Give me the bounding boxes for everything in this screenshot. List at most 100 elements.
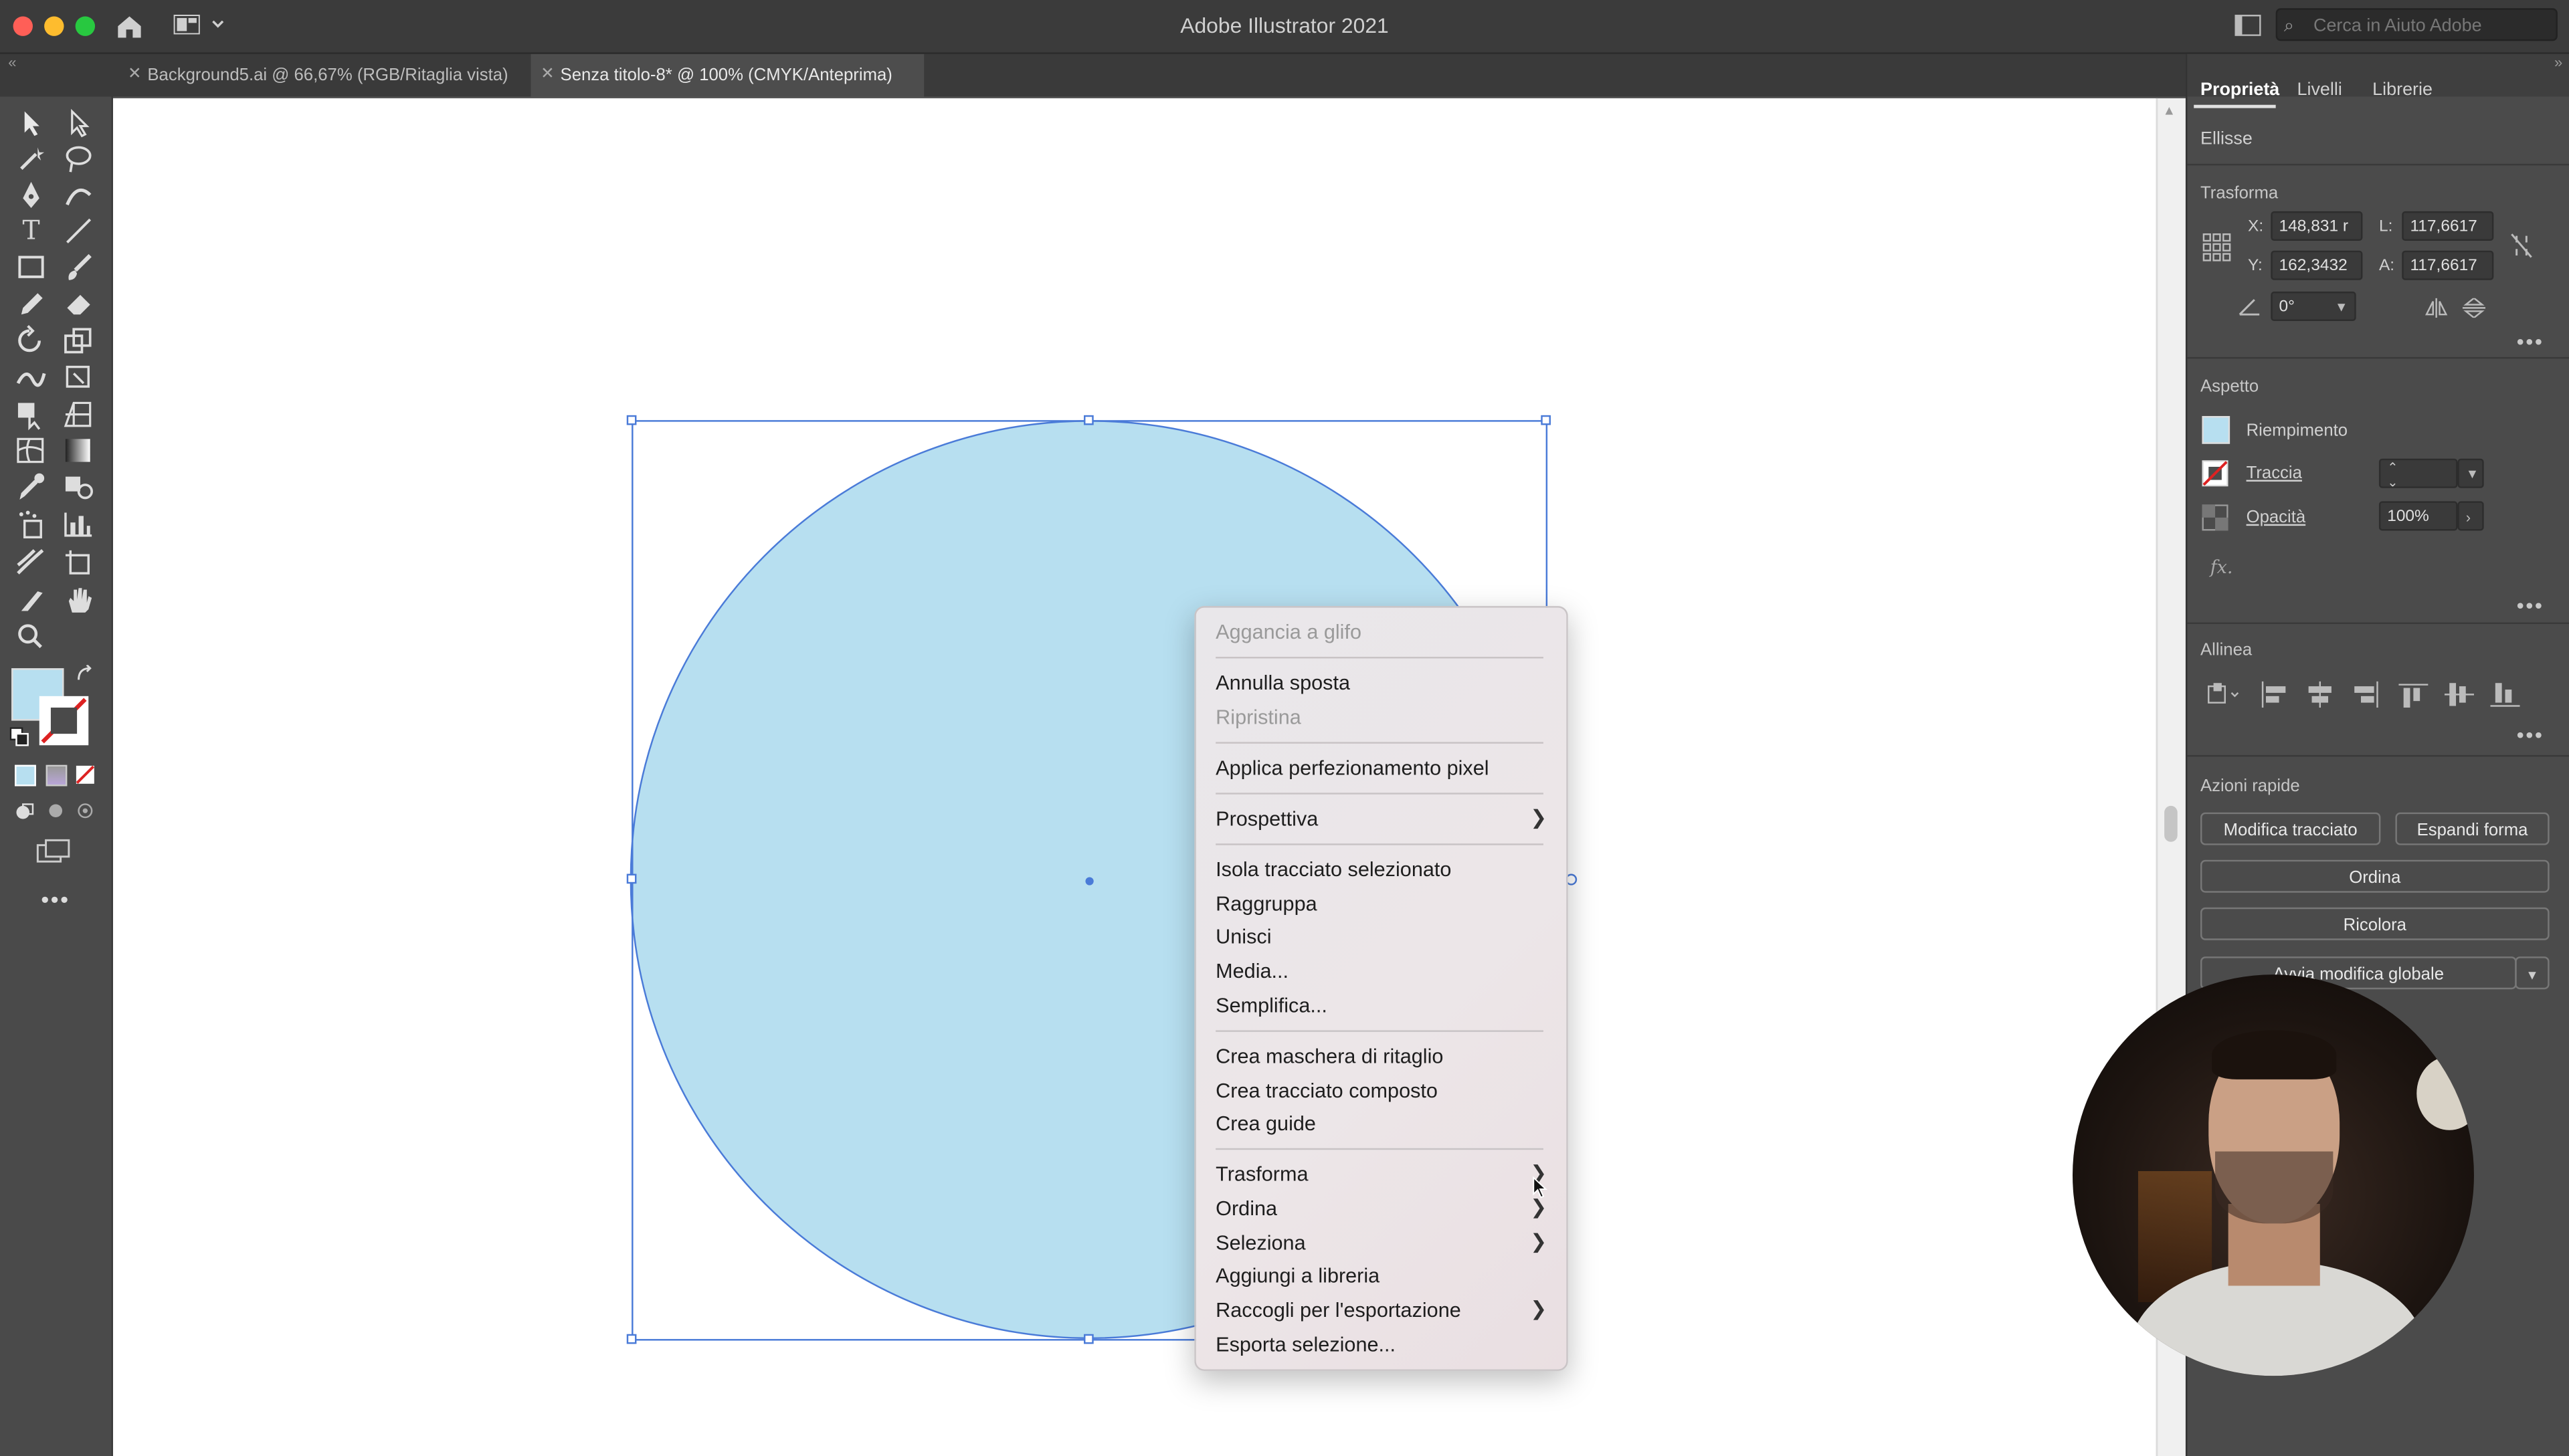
menu-separator [1216, 793, 1543, 795]
appearance-title: Aspetto [2200, 377, 2259, 397]
stroke-label[interactable]: Traccia [2247, 463, 2302, 483]
constrain-proportions-icon[interactable] [2510, 233, 2533, 259]
transform-title: Trasforma [2200, 183, 2279, 203]
flip-horizontal-icon[interactable] [2424, 298, 2448, 318]
align-to-icon[interactable] [2207, 682, 2243, 708]
tab-properties[interactable]: Proprietà [2200, 80, 2279, 100]
fill-swatch[interactable] [2202, 416, 2230, 444]
chevron-down-icon: ▼ [2465, 466, 2479, 482]
menu-item-average[interactable]: Media... [1216, 960, 1289, 982]
menu-separator [1216, 742, 1543, 744]
align-left-icon[interactable] [2259, 681, 2289, 708]
width-field[interactable]: 117,6617 [2402, 211, 2494, 241]
align-right-icon[interactable] [2351, 681, 2380, 708]
person-hair [2212, 1030, 2337, 1079]
stepper-down-icon[interactable]: ⌄ [2387, 468, 2398, 486]
chevron-right-icon: › [2465, 509, 2471, 526]
menu-item-export-selection[interactable]: Esporta selezione... [1216, 1333, 1396, 1356]
height-field[interactable]: 117,6617 [2402, 250, 2494, 280]
more-options-icon[interactable]: ••• [2517, 593, 2544, 618]
search-icon: ⌕ [2283, 16, 2295, 36]
menu-item-join[interactable]: Unisci [1216, 926, 1271, 948]
menu-separator [1216, 1148, 1543, 1150]
scroll-up-icon[interactable]: ▲ [2163, 103, 2176, 118]
scrollbar-thumb[interactable] [2164, 805, 2178, 842]
chevron-down-icon[interactable]: ▼ [2335, 293, 2348, 319]
webcam-overlay [2072, 974, 2474, 1376]
menu-item-isolate-path[interactable]: Isola tracciato selezionato [1216, 858, 1451, 881]
edit-path-button[interactable]: Modifica tracciato [2200, 812, 2381, 845]
y-label: Y: [2248, 257, 2263, 276]
menu-separator [1216, 657, 1543, 659]
menu-separator [1216, 1030, 1543, 1032]
menu-item-make-guides[interactable]: Crea guide [1216, 1112, 1316, 1135]
quick-actions-title: Azioni rapide [2200, 776, 2300, 797]
stroke-swatch[interactable] [2202, 460, 2228, 487]
divider [2187, 754, 2569, 757]
panel-toggle-icon[interactable] [2234, 15, 2261, 36]
align-title: Allinea [2200, 640, 2253, 660]
menu-item-perspective[interactable]: Prospettiva [1216, 807, 1318, 830]
menu-item-make-compound-path[interactable]: Crea tracciato composto [1216, 1079, 1438, 1102]
menu-item-redo: Ripristina [1216, 706, 1301, 729]
opacity-dropdown[interactable]: › [2457, 501, 2484, 531]
h-label: A: [2378, 257, 2395, 276]
y-position-field[interactable]: 162,3432 [2271, 250, 2363, 280]
center-point [1085, 877, 1094, 886]
flip-vertical-icon[interactable] [2462, 298, 2486, 318]
tab-layers[interactable]: Livelli [2297, 80, 2342, 100]
context-menu: Aggancia a glifo Annulla sposta Ripristi… [1194, 606, 1568, 1371]
expand-shape-button[interactable]: Espandi forma [2395, 812, 2550, 845]
global-edit-dropdown[interactable]: ▼ [2515, 956, 2550, 990]
menu-item-arrange[interactable]: Ordina [1216, 1197, 1277, 1220]
submenu-chevron-icon: ❯ [1530, 1195, 1547, 1219]
divider [2187, 622, 2569, 625]
app-window: Adobe Illustrator 2021 ⌕ Cerca in Aiuto … [0, 0, 2569, 1456]
fill-label: Riempimento [2246, 421, 2348, 441]
menu-item-simplify[interactable]: Semplifica... [1216, 995, 1327, 1017]
menu-item-collect-for-export[interactable]: Raccogli per l'esportazione [1216, 1299, 1461, 1322]
more-options-icon[interactable]: ••• [2517, 329, 2544, 354]
align-vertical-center-icon[interactable] [2444, 682, 2474, 708]
divider [2187, 356, 2569, 359]
recolor-button[interactable]: Ricolora [2200, 907, 2550, 940]
opacity-label[interactable]: Opacità [2247, 508, 2306, 527]
menu-item-select[interactable]: Seleziona [1216, 1232, 1305, 1255]
menu-separator [1216, 843, 1543, 845]
menu-item-undo-move[interactable]: Annulla sposta [1216, 671, 1350, 694]
rotation-angle-field[interactable]: 0° ▼ [2271, 291, 2356, 322]
submenu-chevron-icon: ❯ [1530, 1230, 1547, 1253]
submenu-chevron-icon: ❯ [1530, 805, 1547, 829]
align-top-icon[interactable] [2398, 682, 2429, 708]
reference-point-icon[interactable] [2202, 233, 2231, 262]
align-horizontal-center-icon[interactable] [2305, 681, 2335, 708]
more-options-icon[interactable]: ••• [2517, 722, 2544, 747]
menu-item-pixel-perfect[interactable]: Applica perfezionamento pixel [1216, 756, 1489, 779]
menu-item-transform[interactable]: Trasforma [1216, 1163, 1308, 1186]
menu-item-group[interactable]: Raggruppa [1216, 893, 1317, 916]
mouse-cursor-icon [1533, 1176, 1548, 1199]
w-label: L: [2378, 217, 2393, 236]
stroke-weight-field[interactable]: ⌃ ⌄ [2378, 458, 2458, 488]
menu-item-add-to-library[interactable]: Aggiungi a libreria [1216, 1265, 1379, 1287]
active-tab-indicator [2194, 104, 2276, 108]
help-search-input[interactable]: ⌕ Cerca in Aiuto Adobe [2275, 8, 2558, 41]
fx-icon[interactable]: fx. [2210, 557, 2233, 579]
collapse-right-icon[interactable]: » [2554, 54, 2562, 70]
opacity-field[interactable]: 100% [2378, 501, 2458, 531]
menu-item-make-clipping-mask[interactable]: Crea maschera di ritaglio [1216, 1045, 1443, 1067]
chevron-down-icon: ▼ [2526, 968, 2539, 983]
rotation-angle-value: 0° [2279, 298, 2295, 316]
x-label: X: [2248, 217, 2264, 236]
arrange-button[interactable]: Ordina [2200, 859, 2550, 893]
stroke-weight-dropdown[interactable]: ▼ [2457, 458, 2484, 488]
submenu-chevron-icon: ❯ [1530, 1297, 1547, 1320]
divider [2187, 163, 2569, 166]
angle-icon [2239, 299, 2260, 316]
opacity-icon [2202, 504, 2228, 531]
object-type-label: Ellisse [2200, 129, 2253, 149]
menu-item-snap-to-glyph: Aggancia a glifo [1216, 621, 1362, 644]
x-position-field[interactable]: 148,831 r [2271, 211, 2363, 241]
tab-libraries[interactable]: Librerie [2372, 80, 2433, 100]
align-bottom-icon[interactable] [2490, 682, 2520, 708]
